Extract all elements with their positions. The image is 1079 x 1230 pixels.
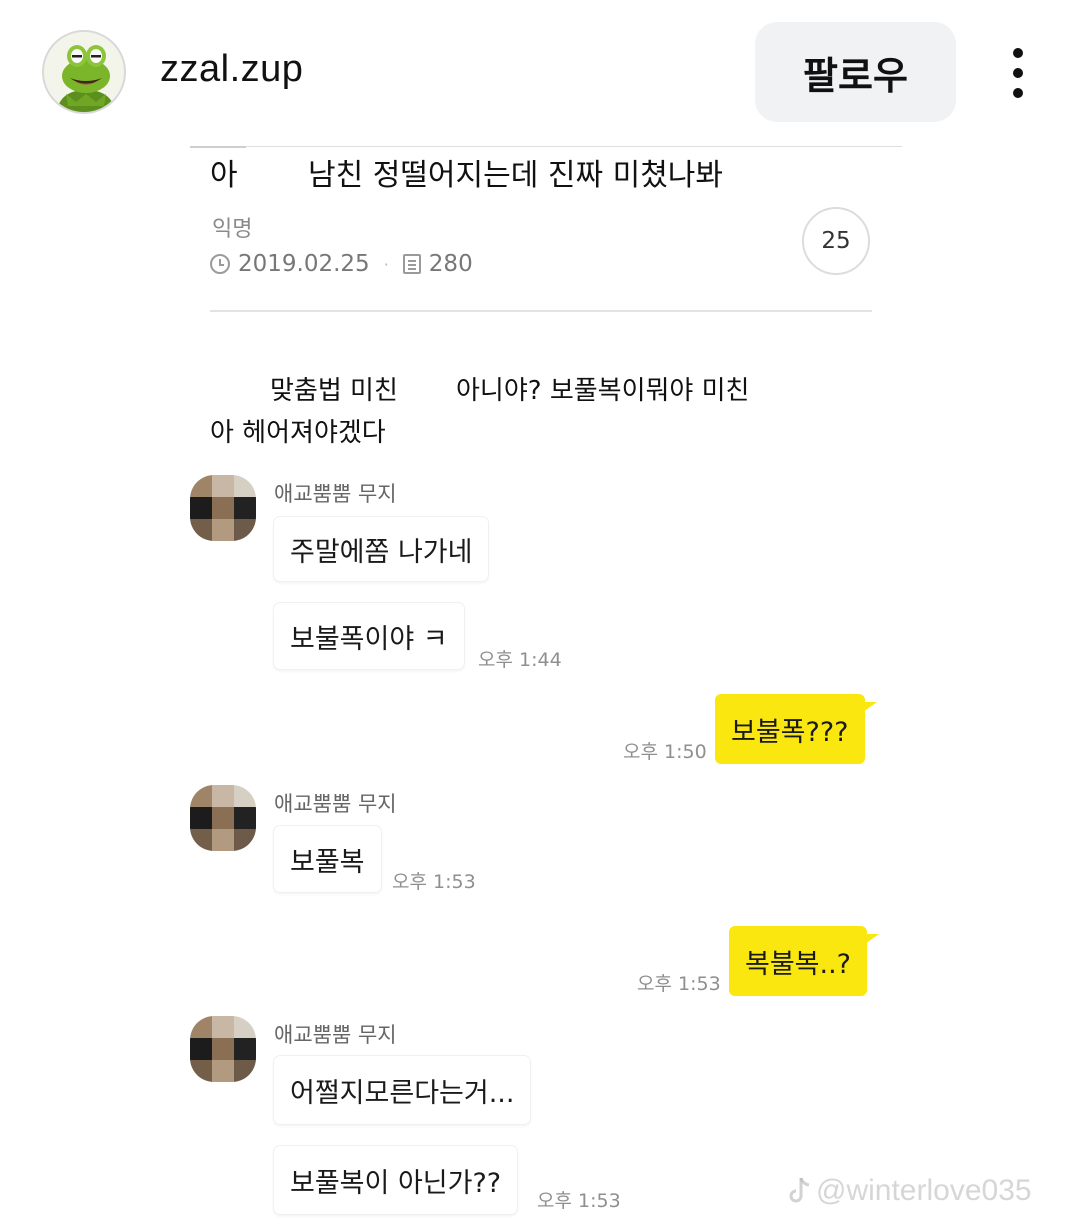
chat-bubble-other[interactable]: 어쩔지모른다는거...: [274, 1056, 531, 1124]
post-title: 남친 정떨어지는데 진짜 미쳤나봐: [308, 158, 724, 193]
chat-bubble-other[interactable]: 보풀복: [274, 826, 381, 892]
kermit-avatar-image: [44, 32, 124, 112]
chat-bubble-other[interactable]: 보풀복이 아닌가??: [274, 1146, 518, 1214]
post-meta: 2019.02.25 · 280: [210, 251, 473, 277]
tiktok-icon: [788, 1176, 812, 1206]
message-time: 오후 1:50: [623, 741, 707, 763]
username[interactable]: zzal.zup: [160, 48, 303, 91]
sender-name: 애교뿜뿜 무지: [274, 792, 397, 816]
follow-button[interactable]: 팔로우: [755, 22, 956, 122]
chat-avatar-blurred: [190, 1016, 256, 1082]
post-date: 2019.02.25: [238, 251, 370, 277]
post-top-border: [190, 146, 902, 147]
sender-name: 애교뿜뿜 무지: [274, 1023, 397, 1047]
post-body-fragment-1: 맞춤법 미친: [270, 376, 398, 406]
tiktok-watermark: @winterlove035: [788, 1174, 1032, 1208]
post-title-prefix: 아: [210, 158, 238, 193]
profile-avatar[interactable]: [42, 30, 126, 114]
chat-bubble-other[interactable]: 보불폭이야 ㅋ: [274, 603, 464, 669]
watermark-text: @winterlove035: [816, 1174, 1032, 1207]
post-body-line-2: 아 헤어져야겠다: [210, 418, 386, 448]
chat-avatar-blurred: [190, 785, 256, 851]
clock-icon: [210, 254, 230, 274]
meta-separator: ·: [383, 254, 389, 274]
chat-bubble-me[interactable]: 보불폭???: [715, 694, 876, 764]
post-body-fragment-2: 아니야? 보풀복이뭐야 미친: [456, 376, 750, 406]
post-header: zzal.zup 팔로우: [0, 0, 1079, 140]
chat-bubble-me[interactable]: 복불복..?: [729, 926, 880, 996]
post-views: 280: [428, 251, 473, 277]
comment-count-badge[interactable]: 25: [802, 207, 870, 275]
post-divider: [210, 310, 872, 312]
vertical-dots-icon[interactable]: [1004, 48, 1032, 98]
chat-bubble-other[interactable]: 주말에쫌 나가네: [274, 517, 489, 581]
post-author: 익명: [212, 217, 253, 242]
message-time: 오후 1:53: [637, 973, 721, 995]
document-icon: [402, 254, 421, 274]
sender-name: 애교뿜뿜 무지: [274, 482, 397, 506]
chat-avatar-blurred: [190, 475, 256, 541]
post-top-border-accent: [190, 146, 246, 148]
message-time: 오후 1:53: [537, 1190, 621, 1212]
message-time: 오후 1:53: [392, 871, 476, 893]
message-time: 오후 1:44: [478, 649, 562, 671]
